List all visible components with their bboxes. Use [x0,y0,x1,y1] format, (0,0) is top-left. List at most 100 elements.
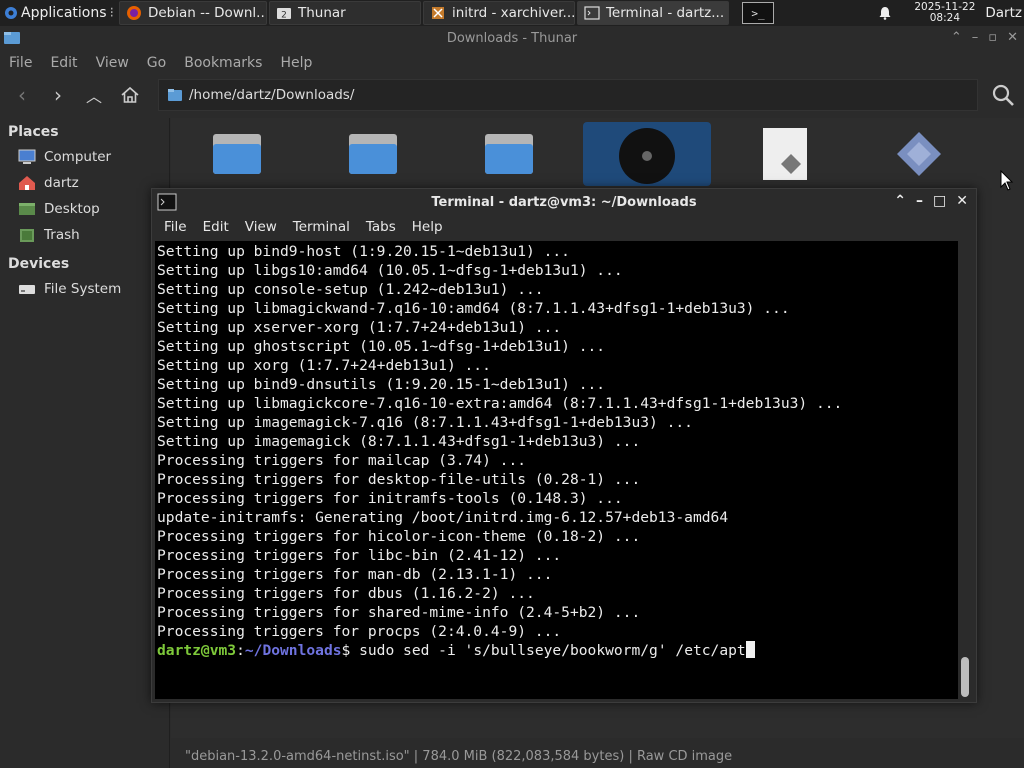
menu-edit[interactable]: Edit [195,219,237,235]
close-icon[interactable]: ✕ [956,193,968,209]
folder-item-icon[interactable] [345,126,401,182]
package-item-icon[interactable] [757,126,813,182]
sidebar-item-file-system[interactable]: File System [0,276,169,302]
sidebar-item-label: dartz [44,175,79,191]
applications-label: Applications [21,5,107,21]
menu-help[interactable]: Help [271,55,321,71]
places-header: Places [8,124,59,140]
sidebar-item-label: File System [44,281,122,297]
terminal-line: Processing triggers for initramfs-tools … [157,490,623,507]
menu-terminal[interactable]: Terminal [285,219,358,235]
terminal-line: Processing triggers for hicolor-icon-the… [157,528,641,545]
prompt-user: dartz@vm3 [157,642,237,659]
thunar-titlebar[interactable]: Downloads - Thunar ⌃ – ▫ ✕ [0,26,1024,50]
chevron-left-icon: ‹ [18,83,26,107]
menu-file[interactable]: File [0,55,41,71]
taskbar-item-terminal[interactable]: Terminal - dartz... [576,1,729,25]
text-cursor [745,641,755,658]
taskbar-item-label: initrd - xarchiver... [451,5,575,21]
archive-item-icon[interactable] [891,126,947,182]
thunar-sidebar: Places Computer dartz Desktop Trash Devi… [0,118,170,768]
sidebar-item-dartz[interactable]: dartz [0,170,169,196]
terminal-scrollbar[interactable] [958,241,972,699]
command-input[interactable]: sudo sed -i 's/bullseye/bookworm/g' /etc… [359,642,746,659]
menu-file[interactable]: File [156,219,195,235]
menu-handle-icon: ⁝ [109,5,114,21]
user-menu-button[interactable]: Dartz [985,5,1022,21]
sidebar-item-computer[interactable]: Computer [0,144,169,170]
menu-view[interactable]: View [237,219,285,235]
terminal-line: Processing triggers for dbus (1.16.2-2) … [157,585,535,602]
desktop-icon [19,203,35,215]
folder-icon [168,89,182,101]
prompt-separator: : [236,642,245,659]
search-icon[interactable] [990,82,1016,108]
terminal-window-controls: ⌃ – □ ✕ [894,193,968,209]
location-path: /home/dartz/Downloads/ [189,87,355,103]
minimize-icon[interactable]: – [972,30,979,45]
forward-button[interactable]: › [40,80,76,110]
menu-go[interactable]: Go [138,55,175,71]
devices-header: Devices [8,256,70,272]
terminal-menubar: File Edit View Terminal Tabs Help [152,215,976,239]
terminal-line: Setting up bind9-dnsutils (1:9.20.15-1~d… [157,376,606,393]
taskbar-item-xarchiver[interactable]: initrd - xarchiver... [422,1,575,25]
menu-view[interactable]: View [87,55,138,71]
sidebar-item-label: Trash [44,227,80,243]
terminal-line: Processing triggers for libc-bin (2.41-1… [157,547,562,564]
terminal-output[interactable]: Setting up bind9-host (1:9.20.15-1~deb13… [155,241,958,699]
folder-item-icon[interactable] [481,126,537,182]
notification-bell-icon[interactable] [878,6,892,20]
minimize-icon[interactable]: – [916,193,923,209]
taskbar-item-firefox[interactable]: Debian -- Downl... [118,1,267,25]
status-text: "debian-13.2.0-amd64-netinst.iso" | 784.… [185,748,733,764]
folder-item-icon[interactable] [209,126,265,182]
menu-edit[interactable]: Edit [41,55,86,71]
scrollbar-thumb[interactable] [961,657,969,697]
thunar-toolbar: ‹ › ︿ /home/dartz/Downloads/ [0,76,1024,114]
prompt-line: dartz@vm3:~/Downloads$ sudo sed -i 's/bu… [157,641,958,660]
prompt-path: ~/Downloads [244,642,342,659]
thunar-window-controls: ⌃ – ▫ ✕ [951,30,1018,45]
menu-tabs[interactable]: Tabs [358,219,404,235]
sidebar-item-trash[interactable]: Trash [0,222,169,248]
menu-bookmarks[interactable]: Bookmarks [175,55,271,71]
back-button[interactable]: ‹ [4,80,40,110]
chevron-up-icon: ︿ [85,87,102,106]
terminal-line: Processing triggers for man-db (2.13.1-1… [157,566,553,583]
clock-time: 08:24 [929,12,960,24]
location-bar[interactable]: /home/dartz/Downloads/ [158,79,978,111]
terminal-line: Setting up console-setup (1.242~deb13u1)… [157,281,544,298]
drive-icon [19,285,35,294]
maximize-icon[interactable]: ▫ [988,30,997,45]
prompt-dollar: $ [341,642,360,659]
parent-folder-button[interactable]: ︿ [76,80,112,110]
terminal-launcher-button[interactable]: >_ [741,2,774,24]
terminal-line: Processing triggers for shared-mime-info… [157,604,641,621]
shade-icon[interactable]: ⌃ [894,193,906,209]
folder-icon: 2 [276,8,291,21]
taskbar-item-thunar[interactable]: 2 Thunar [268,1,421,25]
terminal-titlebar[interactable]: Terminal - dartz@vm3: ~/Downloads ⌃ – □ … [152,189,976,215]
maximize-icon[interactable]: □ [933,193,946,209]
panel-tray: 2025-11-22 08:24 Dartz [878,0,1024,26]
archive-icon [431,7,444,19]
terminal-line: Setting up libmagickwand-7.q16-10:amd64 … [157,300,790,317]
terminal-window: Terminal - dartz@vm3: ~/Downloads ⌃ – □ … [151,188,977,703]
chevron-right-icon: › [54,83,62,107]
terminal-title: Terminal - dartz@vm3: ~/Downloads [431,194,697,210]
xfce-logo-icon [5,7,17,19]
home-button[interactable] [112,80,148,110]
clock[interactable]: 2025-11-22 08:24 [914,2,975,24]
close-icon[interactable]: ✕ [1007,30,1018,45]
disc-icon [619,128,675,184]
sidebar-item-label: Desktop [44,201,100,217]
sidebar-item-desktop[interactable]: Desktop [0,196,169,222]
applications-menu-button[interactable]: Applications ⁝ [0,0,118,26]
selected-iso-item[interactable] [583,122,711,186]
shade-icon[interactable]: ⌃ [951,30,962,45]
terminal-line: Processing triggers for desktop-file-uti… [157,471,641,488]
terminal-line: Setting up ghostscript (10.05.1~dfsg-1+d… [157,338,606,355]
taskbar-item-label: Terminal - dartz... [605,5,725,21]
menu-help[interactable]: Help [404,219,451,235]
